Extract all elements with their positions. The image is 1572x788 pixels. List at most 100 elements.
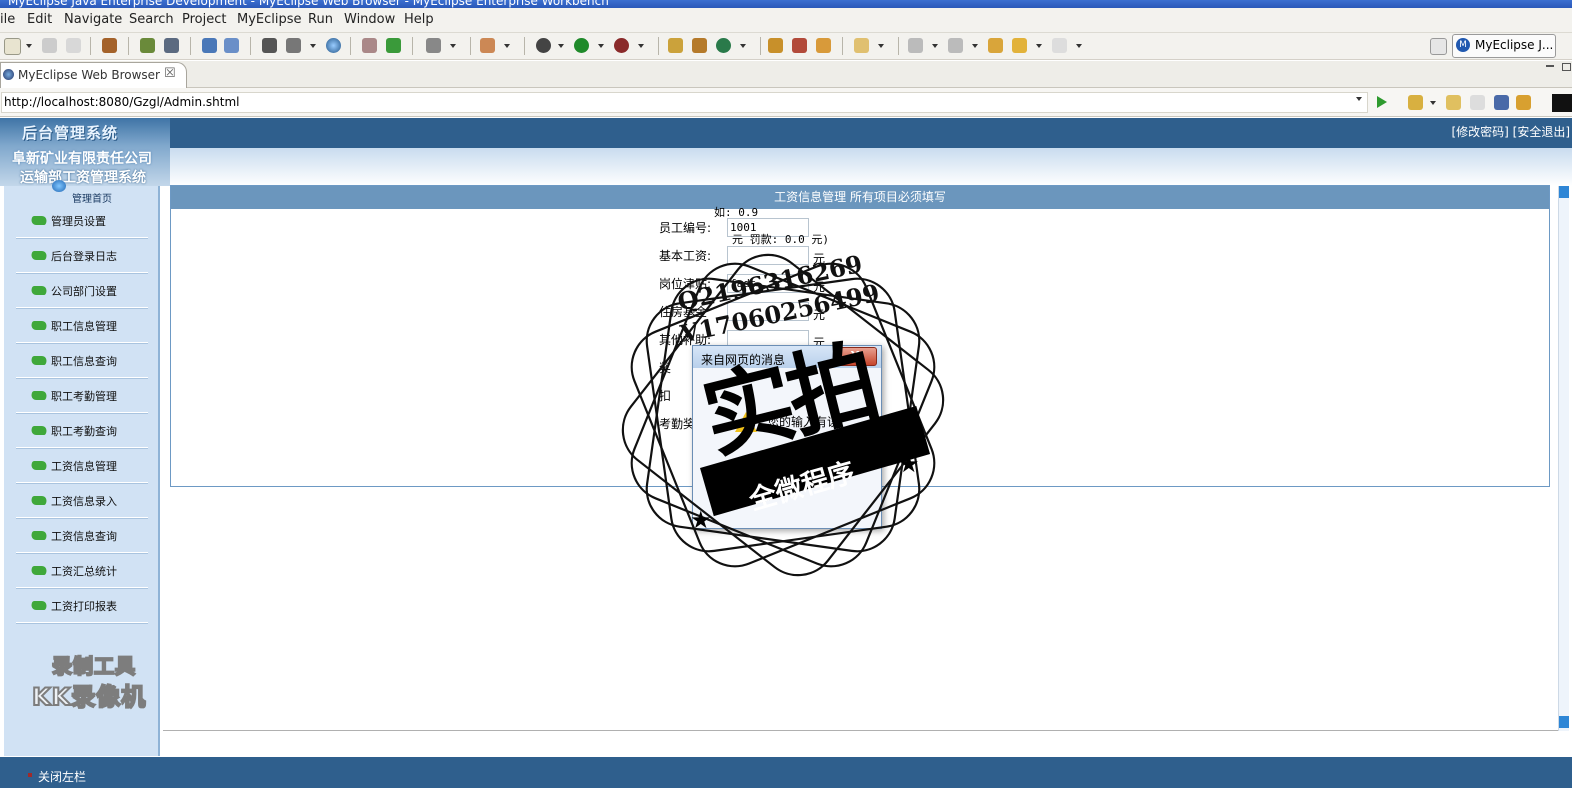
chevron-down-icon[interactable]	[932, 44, 938, 48]
save-icon[interactable]	[42, 38, 57, 53]
arrow-icon	[29, 531, 49, 540]
chevron-down-icon[interactable]	[972, 44, 978, 48]
home-icon	[52, 180, 66, 192]
arrow-icon	[29, 461, 49, 470]
folder-icon[interactable]	[816, 38, 831, 53]
chevron-down-icon[interactable]	[1356, 97, 1362, 101]
chevron-down-icon[interactable]	[878, 44, 884, 48]
open-icon[interactable]	[362, 38, 377, 53]
menu-run[interactable]: Run	[308, 12, 333, 27]
menu-search[interactable]: Search	[129, 12, 174, 27]
perspective-switcher[interactable]: M MyEclipse J...	[1452, 34, 1556, 58]
scroll-down-icon[interactable]	[1559, 716, 1569, 728]
camera-icon[interactable]	[426, 38, 441, 53]
wizard-icon[interactable]	[202, 38, 217, 53]
sidebar-item[interactable]: 职工考勤管理	[16, 379, 148, 413]
menu-myeclipse[interactable]: MyEclipse	[237, 12, 302, 27]
globe-icon	[3, 69, 14, 80]
deploy-icon[interactable]	[262, 38, 277, 53]
scroll-up-icon[interactable]	[1559, 186, 1569, 198]
back-arrow-icon[interactable]	[1012, 38, 1027, 53]
sidebar-item[interactable]: 公司部门设置	[16, 274, 148, 308]
minimize-icon[interactable]	[1546, 65, 1554, 67]
search-folder-icon[interactable]	[854, 38, 869, 53]
arrow-icon	[29, 496, 49, 505]
divider	[163, 730, 1558, 731]
tools-icon[interactable]	[480, 38, 495, 53]
chevron-down-icon[interactable]	[558, 44, 564, 48]
package2-icon[interactable]	[692, 38, 707, 53]
toolbar-separator	[190, 37, 191, 55]
app-title: 后台管理系统	[22, 124, 119, 142]
url-input[interactable]: http://localhost:8080/Gzgl/Admin.shtml	[1, 92, 1368, 113]
open-perspective-icon[interactable]	[1430, 38, 1447, 55]
sidebar-item-label: 工资信息管理	[51, 460, 117, 473]
tab-web-browser[interactable]: MyEclipse Web Browser ☒	[0, 62, 187, 88]
chevron-down-icon[interactable]	[450, 44, 456, 48]
arrow-icon	[29, 216, 49, 225]
chevron-down-icon[interactable]	[310, 44, 316, 48]
prev-annotation-icon[interactable]	[948, 38, 963, 53]
refresh-icon[interactable]	[716, 38, 731, 53]
menu-navigate[interactable]: Navigate	[64, 12, 122, 27]
sidebar-item[interactable]: 工资信息录入	[16, 484, 148, 518]
chevron-down-icon[interactable]	[1430, 101, 1436, 105]
tab-label: MyEclipse Web Browser	[18, 68, 160, 82]
chevron-down-icon[interactable]	[1076, 44, 1082, 48]
chevron-down-icon[interactable]	[504, 44, 510, 48]
sidebar-item[interactable]: 工资信息管理	[16, 449, 148, 483]
close-sidebar-link[interactable]: 关闭左栏	[38, 768, 86, 785]
pin-icon[interactable]	[792, 38, 807, 53]
sidebar-item-home[interactable]: 管理首页	[72, 190, 112, 205]
menu-project[interactable]: Project	[182, 12, 226, 27]
favorites-icon[interactable]	[1408, 95, 1423, 110]
gear-icon[interactable]	[536, 38, 551, 53]
vertical-scrollbar[interactable]	[1558, 186, 1569, 731]
sidebar-item[interactable]: 工资打印报表	[16, 589, 148, 623]
print-icon[interactable]	[66, 38, 81, 53]
next-annotation-icon[interactable]	[908, 38, 923, 53]
sidebar-item[interactable]: 职工信息查询	[16, 344, 148, 378]
chevron-down-icon[interactable]	[1036, 44, 1042, 48]
header-links[interactable]: [修改密码] [安全退出]	[1451, 123, 1570, 140]
bug-icon[interactable]	[140, 38, 155, 53]
refresh-icon[interactable]	[1516, 95, 1531, 110]
close-icon[interactable]: ☒	[164, 66, 176, 81]
menu-edit[interactable]: Edit	[27, 12, 52, 27]
chevron-down-icon[interactable]	[598, 44, 604, 48]
class-icon[interactable]	[668, 38, 683, 53]
server-icon[interactable]	[164, 38, 179, 53]
chevron-down-icon[interactable]	[740, 44, 746, 48]
menu-window[interactable]: Window	[344, 12, 395, 27]
wizard2-icon[interactable]	[224, 38, 239, 53]
forward-arrow-icon[interactable]	[1052, 38, 1067, 53]
folder-open-icon[interactable]	[768, 38, 783, 53]
add-icon[interactable]	[386, 38, 401, 53]
forward-icon[interactable]	[1470, 95, 1485, 110]
stop-icon[interactable]	[1494, 95, 1509, 110]
run-icon[interactable]	[574, 38, 589, 53]
globe-icon[interactable]	[326, 38, 341, 53]
sidebar-item[interactable]: 职工考勤查询	[16, 414, 148, 448]
sidebar-item[interactable]: 后台登录日志	[16, 239, 148, 273]
chevron-down-icon[interactable]	[26, 44, 32, 48]
go-icon[interactable]	[1377, 96, 1387, 108]
new-icon[interactable]	[4, 38, 21, 55]
sidebar-item[interactable]: 工资信息查询	[16, 519, 148, 553]
maximize-icon[interactable]	[1562, 63, 1571, 71]
external-tools-icon[interactable]	[614, 38, 629, 53]
back-icon[interactable]	[1446, 95, 1461, 110]
last-edit-icon[interactable]	[988, 38, 1003, 53]
app-brand: 后台管理系统 阜新矿业有限责任公司 运输部工资管理系统	[0, 118, 170, 186]
menu-file[interactable]: ile	[0, 12, 15, 27]
sidebar-item[interactable]: 工资汇总统计	[16, 554, 148, 588]
menu-help[interactable]: Help	[404, 12, 434, 27]
sidebar-item[interactable]: 职工信息管理	[16, 309, 148, 343]
package-icon[interactable]	[102, 38, 117, 53]
sidebar-item[interactable]: 管理员设置	[16, 204, 148, 238]
window-title: MyEclipse Java Enterprise Development - …	[8, 0, 609, 8]
arrow-icon	[29, 601, 49, 610]
chevron-down-icon[interactable]	[638, 44, 644, 48]
browser-menu-icon[interactable]	[1552, 94, 1572, 112]
deploy2-icon[interactable]	[286, 38, 301, 53]
